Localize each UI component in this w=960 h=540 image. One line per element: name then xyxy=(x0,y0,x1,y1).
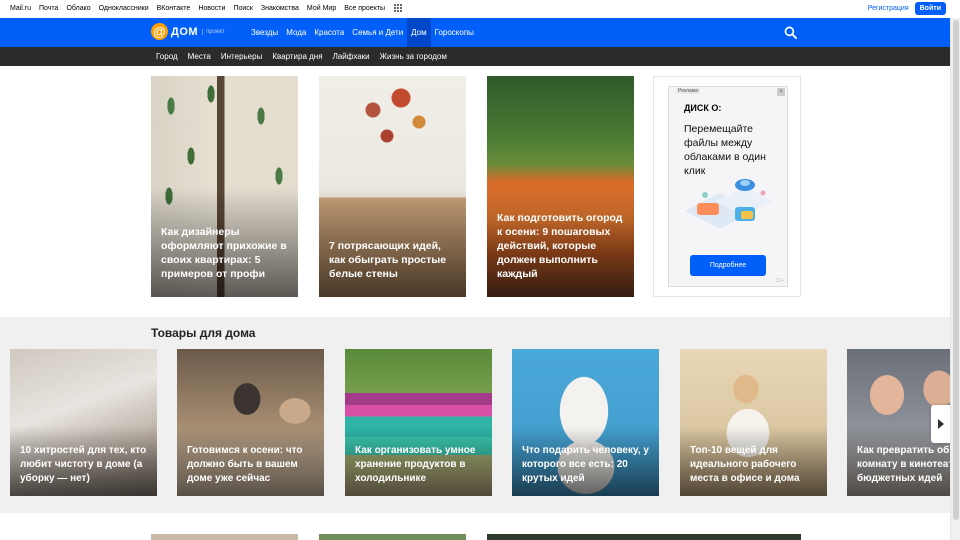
register-link[interactable]: Регистрация xyxy=(868,5,909,12)
portal-link-vk[interactable]: ВКонтакте xyxy=(157,5,191,12)
portal-link-search[interactable]: Поиск xyxy=(233,5,252,12)
portal-link-mail[interactable]: Почта xyxy=(39,5,58,12)
ad-banner[interactable]: Реклама × ДИСК О: Перемещайте файлы межд… xyxy=(668,86,788,287)
goods-card-title: Топ-10 вещей для идеального рабочего мес… xyxy=(690,445,800,484)
ad-more-button[interactable]: Подробнее xyxy=(690,255,766,276)
next-row-card[interactable] xyxy=(487,534,801,540)
subnav-item-apartment-of-day[interactable]: Квартира дня xyxy=(272,52,322,61)
slider-next-button[interactable] xyxy=(931,405,950,443)
page-scrollbar[interactable] xyxy=(950,18,960,540)
featured-card[interactable]: Как подготовить огород к осени: 9 пошаго… xyxy=(487,76,634,297)
nav-item-stars[interactable]: Звезды xyxy=(247,18,282,47)
main-header: @ ДОМ проект Звезды Мода Красота Семья и… xyxy=(0,18,950,47)
featured-card[interactable]: Как дизайнеры оформляют прихожие в своих… xyxy=(151,76,298,297)
sub-nav: Город Места Интерьеры Квартира дня Лайфх… xyxy=(0,47,950,66)
goods-card-title: Как превратить обычную комнату в кинотеа… xyxy=(857,445,950,484)
logo-project-label: проект xyxy=(202,28,225,35)
nav-item-home[interactable]: Дом xyxy=(407,18,431,47)
ad-text: Перемещайте файлы между облаками в один … xyxy=(684,123,766,177)
age-rating: 12+ xyxy=(775,278,784,284)
goods-card[interactable]: 10 хитростей для тех, кто любит чистоту … xyxy=(10,349,157,496)
nav-item-horoscopes[interactable]: Гороскопы xyxy=(431,18,478,47)
login-button[interactable]: Войти xyxy=(914,2,946,15)
goods-card[interactable]: Как организовать умное хранение продукто… xyxy=(345,349,492,496)
site-logo[interactable]: @ ДОМ проект xyxy=(151,23,225,40)
subnav-item-city[interactable]: Город xyxy=(156,52,178,61)
portal-link-dating[interactable]: Знакомства xyxy=(261,5,299,12)
portal-link-ok[interactable]: Одноклассники xyxy=(99,5,149,12)
goods-card-title: Что подарить человеку, у которого все ес… xyxy=(522,445,649,484)
goods-card[interactable]: Топ-10 вещей для идеального рабочего мес… xyxy=(680,349,827,496)
section-title[interactable]: Товары для дома xyxy=(151,326,255,340)
goods-card-title: Готовимся к осени: что должно быть в ваш… xyxy=(187,445,303,484)
portal-link-mailru[interactable]: Mail.ru xyxy=(10,5,31,12)
search-icon[interactable] xyxy=(784,26,797,39)
portal-link-all-projects[interactable]: Все проекты xyxy=(344,5,385,12)
goods-section: Товары для дома 10 хитростей для тех, кт… xyxy=(0,317,950,513)
grid-icon[interactable] xyxy=(394,4,403,12)
cloud-illustration-icon xyxy=(685,179,773,229)
featured-title: Как подготовить огород к осени: 9 пошаго… xyxy=(497,212,623,280)
subnav-item-lifehacks[interactable]: Лайфхаки xyxy=(333,52,370,61)
featured-title: 7 потрясающих идей, как обыграть простые… xyxy=(329,240,447,280)
nav-item-family[interactable]: Семья и Дети xyxy=(348,18,407,47)
ad-badge: Реклама xyxy=(676,88,701,94)
nav-item-fashion[interactable]: Мода xyxy=(282,18,310,47)
nav-item-beauty[interactable]: Красота xyxy=(310,18,348,47)
next-row-card[interactable] xyxy=(319,534,466,540)
featured-title: Как дизайнеры оформляют прихожие в своих… xyxy=(161,226,287,280)
subnav-item-interiors[interactable]: Интерьеры xyxy=(221,52,262,61)
goods-card[interactable]: Готовимся к осени: что должно быть в ваш… xyxy=(177,349,324,496)
portal-link-cloud[interactable]: Облако xyxy=(66,5,90,12)
portal-link-news[interactable]: Новости xyxy=(198,5,225,12)
portal-link-myworld[interactable]: Мой Мир xyxy=(307,5,336,12)
portal-links: Mail.ru Почта Облако Одноклассники ВКонт… xyxy=(10,4,410,12)
ad-brand: ДИСК О: xyxy=(684,103,722,113)
at-logo-icon: @ xyxy=(151,23,168,40)
logo-text: ДОМ xyxy=(171,25,199,38)
scroll-thumb[interactable] xyxy=(953,20,959,520)
chevron-right-icon xyxy=(937,419,944,429)
next-row-card[interactable] xyxy=(151,534,298,540)
ad-block: Реклама × ДИСК О: Перемещайте файлы межд… xyxy=(653,76,801,297)
goods-card-title: 10 хитростей для тех, кто любит чистоту … xyxy=(20,445,147,484)
auth-area: Регистрация Войти xyxy=(868,2,946,15)
subnav-item-country-life[interactable]: Жизнь за городом xyxy=(380,52,447,61)
goods-card[interactable]: Что подарить человеку, у которого все ес… xyxy=(512,349,659,496)
goods-card-title: Как организовать умное хранение продукто… xyxy=(355,445,476,484)
featured-card[interactable]: 7 потрясающих идей, как обыграть простые… xyxy=(319,76,466,297)
subnav-item-places[interactable]: Места xyxy=(188,52,211,61)
main-nav: Звезды Мода Красота Семья и Дети Дом Гор… xyxy=(247,18,478,47)
portal-bar: Mail.ru Почта Облако Одноклассники ВКонт… xyxy=(0,0,960,18)
close-icon[interactable]: × xyxy=(777,88,785,96)
